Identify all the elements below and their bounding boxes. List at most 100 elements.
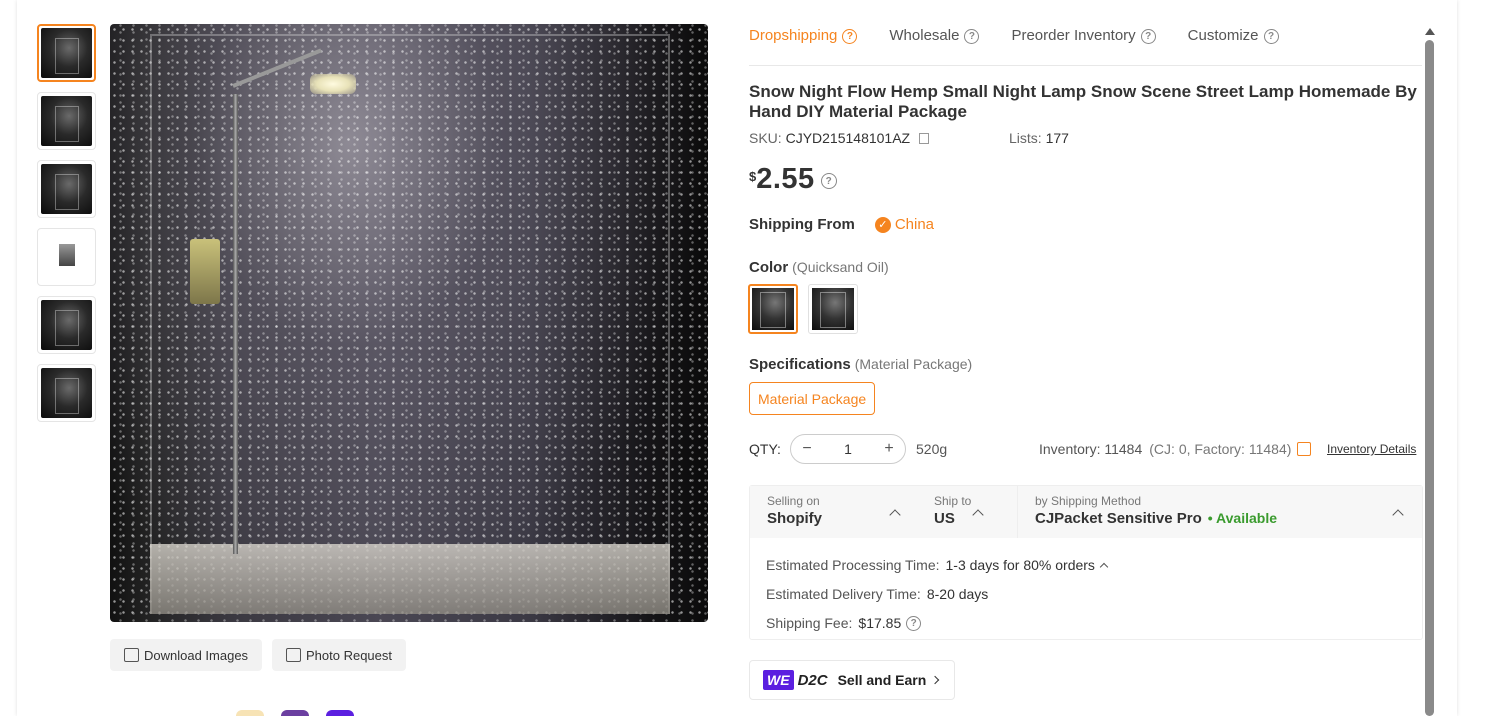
purchase-mode-tabs: Dropshipping ? Wholesale ? Preorder Inve… [749, 24, 1422, 66]
thumbnail[interactable] [37, 228, 96, 286]
specifications-label-text: Specifications [749, 356, 851, 373]
warehouse-icon[interactable] [1297, 442, 1312, 456]
product-title: Snow Night Flow Hemp Small Night Lamp Sn… [749, 82, 1417, 121]
shipping-from-label: Shipping From [749, 216, 855, 233]
scrollbar-thumb[interactable] [1425, 40, 1434, 716]
method-value: CJPacket Sensitive Pro [1035, 510, 1202, 527]
d2c-logo: D2C [797, 671, 828, 689]
lamp-pole [233, 94, 238, 554]
thumbnail-list [37, 24, 97, 432]
thumbnail-image [41, 164, 92, 214]
main-product-image[interactable] [110, 24, 708, 622]
shipping-box: Selling on Shopify Ship to US by Shippin… [749, 485, 1423, 640]
battery-box [190, 239, 220, 304]
shipping-fee-row: Shipping Fee: $17.85 ? [766, 608, 1406, 637]
tab-label: Preorder Inventory [1011, 27, 1136, 44]
spec-option-material-package[interactable]: Material Package [749, 382, 876, 415]
tab-wholesale[interactable]: Wholesale ? [889, 24, 980, 65]
tab-label: Dropshipping [749, 27, 838, 44]
inventory-details-link[interactable]: Inventory Details [1327, 442, 1416, 456]
color-label-text: Color [749, 259, 789, 276]
thumbnail-image [41, 28, 92, 78]
shipping-from: Shipping From ✓ China [749, 216, 934, 233]
thumbnail[interactable] [37, 24, 96, 82]
app-icon[interactable] [326, 710, 354, 716]
coin-icon[interactable] [236, 710, 264, 716]
delivery-time-row: Estimated Delivery Time: 8-20 days [766, 579, 1406, 608]
help-icon[interactable]: ? [1263, 29, 1279, 44]
check-icon: ✓ [874, 216, 891, 233]
d2c-sell-and-earn-button[interactable]: WE D2C Sell and Earn [749, 660, 955, 700]
chevron-up-icon[interactable] [1099, 562, 1109, 571]
increment-button[interactable]: + [881, 440, 897, 458]
thumbnail-image [41, 368, 92, 418]
price: $ 2.55 ? [749, 163, 837, 196]
thumbnail-image [41, 96, 92, 146]
thumbnail[interactable] [37, 92, 96, 150]
thumbnail-image [41, 300, 92, 350]
copy-icon[interactable] [919, 133, 929, 144]
shipping-from-country[interactable]: China [895, 216, 934, 233]
sku-line: SKU: CJYD215148101AZ [749, 130, 929, 146]
method-row: CJPacket Sensitive Pro • Available [1035, 510, 1422, 527]
sku-value: CJYD215148101AZ [785, 130, 911, 146]
ship-to-dropdown[interactable]: Ship to US [917, 486, 1017, 538]
processing-value: 1-3 days for 80% orders [945, 556, 1095, 573]
sku-label: SKU: [749, 130, 782, 146]
download-images-label: Download Images [144, 647, 249, 663]
shipping-method-dropdown[interactable]: by Shipping Method CJPacket Sensitive Pr… [1017, 486, 1422, 538]
processing-time-row: Estimated Processing Time: 1-3 days for … [766, 550, 1406, 579]
specifications-selected: (Material Package) [854, 356, 973, 372]
download-images-button[interactable]: Download Images [110, 639, 263, 671]
help-icon[interactable]: ? [1140, 29, 1156, 44]
price-help-icon[interactable]: ? [820, 173, 837, 189]
fee-value: $17.85 [858, 614, 902, 631]
quantity-input[interactable]: 1 [844, 441, 852, 457]
availability-status: • Available [1207, 510, 1277, 526]
thumbnail[interactable] [37, 160, 96, 218]
tab-dropshipping[interactable]: Dropshipping ? [749, 24, 858, 65]
tab-label: Wholesale [889, 27, 960, 44]
price-value: 2.55 [756, 163, 815, 195]
lists-line: Lists: 177 [1009, 130, 1069, 146]
delivery-value: 8-20 days [926, 585, 989, 602]
method-label: by Shipping Method [1035, 494, 1142, 508]
thumbnail[interactable] [37, 364, 96, 422]
scroll-up-arrow-icon[interactable] [1425, 28, 1435, 35]
photo-request-button[interactable]: Photo Request [272, 639, 407, 671]
thumbnail[interactable] [37, 296, 96, 354]
tab-preorder-inventory[interactable]: Preorder Inventory ? [1011, 24, 1156, 65]
scrollbar[interactable] [1425, 28, 1435, 716]
lamp-light [310, 74, 356, 94]
photo-request-icon [286, 648, 301, 662]
inventory-breakdown: (CJ: 0, Factory: 11484) [1149, 441, 1292, 457]
inventory: Inventory: 11484 (CJ: 0, Factory: 11484) [1039, 441, 1312, 457]
thumbnail-image [41, 232, 92, 282]
selling-on-dropdown[interactable]: Selling on Shopify [750, 486, 917, 538]
chevron-right-icon [931, 675, 940, 685]
color-swatch[interactable] [748, 284, 798, 334]
acrylic-case [150, 34, 670, 614]
processing-label: Estimated Processing Time: [766, 556, 940, 573]
sell-and-earn-label: Sell and Earn [837, 672, 927, 688]
currency-symbol: $ [749, 169, 757, 184]
help-icon[interactable]: ? [842, 29, 858, 44]
fee-label: Shipping Fee: [766, 614, 853, 631]
quantity-stepper: − 1 + [790, 434, 906, 464]
color-swatch[interactable] [808, 284, 858, 334]
tab-customize[interactable]: Customize ? [1188, 24, 1279, 65]
help-icon[interactable]: ? [964, 29, 980, 44]
selling-on-label: Selling on [767, 494, 820, 508]
lists-value: 177 [1045, 130, 1069, 146]
decrement-button[interactable]: − [799, 440, 815, 458]
download-image-icon [124, 648, 139, 662]
delivery-label: Estimated Delivery Time: [766, 585, 921, 602]
inventory-count: Inventory: 11484 [1039, 441, 1143, 457]
app-icon[interactable] [281, 710, 309, 716]
we-logo: WE [763, 670, 794, 690]
qty-label: QTY: [749, 441, 781, 457]
ship-to-label: Ship to [934, 494, 972, 508]
swatch-image [812, 288, 854, 330]
shipping-details: Estimated Processing Time: 1-3 days for … [750, 538, 1422, 649]
fee-help-icon[interactable]: ? [906, 616, 922, 631]
